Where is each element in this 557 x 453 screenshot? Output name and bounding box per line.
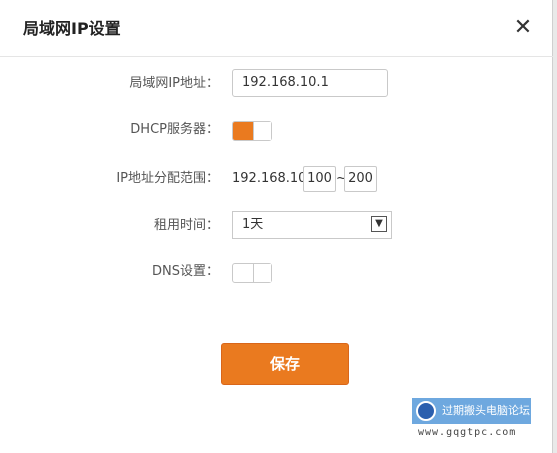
- forum-logo-icon: [416, 401, 436, 421]
- dns-toggle[interactable]: [232, 263, 272, 283]
- dhcp-row: DHCP服务器：: [0, 115, 553, 145]
- toggle-knob: [253, 264, 271, 282]
- dns-label: DNS设置：: [152, 264, 219, 279]
- ip-range-row: IP地址分配范围： 192.168.10. 100 ~ 200: [0, 164, 553, 194]
- lan-ip-row: 局域网IP地址： 192.168.10.1: [0, 69, 553, 99]
- dns-row: DNS设置：: [0, 257, 553, 287]
- chevron-down-icon: ▼: [371, 216, 387, 232]
- watermark-brand: 过期搬头电脑论坛: [442, 404, 530, 417]
- toggle-on-indicator: [233, 122, 253, 140]
- lease-time-value: 1天: [242, 217, 264, 232]
- lan-ip-input[interactable]: 192.168.10.1: [232, 69, 388, 97]
- ip-range-start-input[interactable]: 100: [303, 166, 336, 192]
- dhcp-toggle[interactable]: [232, 121, 272, 141]
- ip-range-prefix: 192.168.10.: [232, 171, 311, 186]
- dialog-titlebar: 局域网IP设置 ✕: [0, 0, 553, 57]
- watermark-url: www.gqgtpc.com: [418, 427, 517, 438]
- toggle-knob: [253, 122, 271, 140]
- lan-ip-label: 局域网IP地址：: [129, 76, 219, 91]
- ip-range-end-input[interactable]: 200: [344, 166, 377, 192]
- lease-time-select[interactable]: 1天 ▼: [232, 211, 392, 239]
- dhcp-label: DHCP服务器：: [130, 122, 219, 137]
- dialog-title: 局域网IP设置: [23, 19, 121, 38]
- lan-ip-settings-dialog: 局域网IP设置 ✕ 局域网IP地址： 192.168.10.1 DHCP服务器：…: [0, 0, 553, 453]
- save-button[interactable]: 保存: [221, 343, 349, 385]
- close-icon[interactable]: ✕: [509, 14, 537, 42]
- lease-time-label: 租用时间：: [153, 218, 219, 233]
- ip-range-label: IP地址分配范围：: [116, 171, 219, 186]
- watermark-banner: 过期搬头电脑论坛: [412, 398, 531, 424]
- lease-time-row: 租用时间： 1天 ▼: [0, 211, 553, 241]
